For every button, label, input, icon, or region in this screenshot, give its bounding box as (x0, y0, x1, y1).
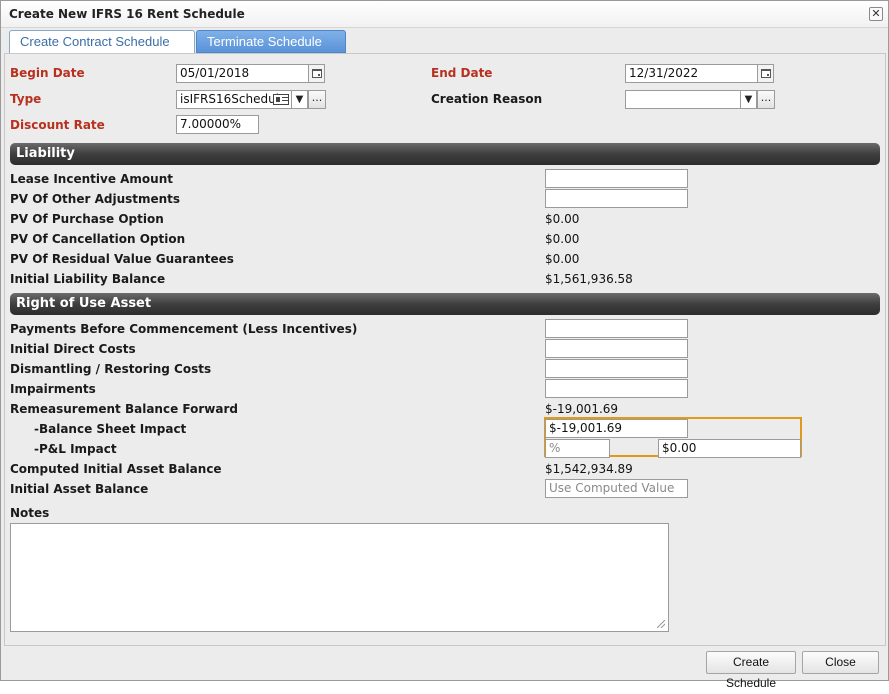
lease-incentive-label: Lease Incentive Amount (10, 172, 173, 186)
remeasurement-balance-forward-label: Remeasurement Balance Forward (10, 402, 238, 416)
dialog-title: Create New IFRS 16 Rent Schedule (9, 7, 245, 21)
pv-other-adjustments-input[interactable] (545, 189, 688, 208)
id-card-icon[interactable] (273, 94, 289, 105)
pl-impact-percent-input[interactable]: % (545, 439, 610, 458)
type-dropdown-button[interactable]: ▼ (292, 90, 308, 109)
initial-asset-balance-input[interactable]: Use Computed Value (545, 479, 688, 498)
creation-reason-select[interactable] (625, 90, 741, 109)
type-label: Type (10, 92, 42, 106)
creation-reason-label: Creation Reason (431, 92, 543, 106)
balance-sheet-impact-label: -Balance Sheet Impact (34, 422, 187, 436)
begin-date-label: Begin Date (10, 66, 85, 80)
pv-residual-value-value: $0.00 (545, 252, 580, 266)
chevron-down-icon: ▼ (295, 94, 304, 105)
initial-asset-balance-label: Initial Asset Balance (10, 482, 149, 496)
discount-rate-label: Discount Rate (10, 118, 105, 132)
rou-section-header: Right of Use Asset (10, 293, 880, 315)
payments-before-commencement-label: Payments Before Commencement (Less Incen… (10, 322, 358, 336)
impairments-input[interactable] (545, 379, 688, 398)
tab-terminate-schedule[interactable]: Terminate Schedule (196, 30, 346, 53)
discount-rate-input[interactable]: 7.00000% (176, 115, 259, 134)
ellipsis-icon: ... (760, 91, 772, 104)
close-icon[interactable]: ✕ (869, 7, 883, 21)
end-date-label: End Date (431, 66, 493, 80)
pv-residual-value-label: PV Of Residual Value Guarantees (10, 252, 234, 266)
type-lookup-button[interactable]: ... (308, 90, 326, 109)
lease-incentive-input[interactable] (545, 169, 688, 188)
calendar-icon (312, 69, 322, 78)
balance-sheet-impact-input[interactable]: $-19,001.69 (545, 419, 688, 438)
create-schedule-button[interactable]: Create Schedule (706, 651, 796, 690)
creation-reason-dropdown-button[interactable]: ▼ (741, 90, 757, 109)
pl-impact-label: -P&L Impact (34, 442, 117, 456)
ellipsis-icon: ... (311, 91, 323, 104)
liability-section-header: Liability (10, 143, 880, 165)
dismantling-restoring-costs-input[interactable] (545, 359, 688, 378)
initial-liability-balance-label: Initial Liability Balance (10, 272, 166, 286)
calendar-icon (761, 69, 771, 78)
initial-direct-costs-label: Initial Direct Costs (10, 342, 136, 356)
end-date-calendar-button[interactable] (758, 64, 774, 83)
pv-other-adjustments-label: PV Of Other Adjustments (10, 192, 181, 206)
chevron-down-icon: ▼ (744, 94, 753, 105)
begin-date-input[interactable]: 05/01/2018 (176, 64, 309, 83)
title-bar: Create New IFRS 16 Rent Schedule ✕ (1, 1, 888, 28)
payments-before-commencement-input[interactable] (545, 319, 688, 338)
pv-purchase-option-label: PV Of Purchase Option (10, 212, 164, 226)
dismantling-restoring-costs-label: Dismantling / Restoring Costs (10, 362, 212, 376)
dialog-window: Create New IFRS 16 Rent Schedule ✕ Creat… (0, 0, 889, 690)
tab-create-contract-schedule[interactable]: Create Contract Schedule (9, 30, 195, 54)
creation-reason-lookup-button[interactable]: ... (757, 90, 775, 109)
end-date-input[interactable]: 12/31/2022 (625, 64, 758, 83)
remeasurement-balance-forward-value: $-19,001.69 (545, 402, 619, 416)
computed-initial-asset-balance-value: $1,542,934.89 (545, 462, 633, 476)
pl-impact-amount-input[interactable]: $0.00 (658, 439, 801, 458)
initial-liability-balance-value: $1,561,936.58 (545, 272, 633, 286)
resize-grip-icon[interactable] (657, 620, 665, 628)
pv-cancellation-option-value: $0.00 (545, 232, 580, 246)
impairments-label: Impairments (10, 382, 96, 396)
initial-direct-costs-input[interactable] (545, 339, 688, 358)
notes-label: Notes (10, 506, 50, 520)
begin-date-calendar-button[interactable] (309, 64, 325, 83)
pv-purchase-option-value: $0.00 (545, 212, 580, 226)
computed-initial-asset-balance-label: Computed Initial Asset Balance (10, 462, 222, 476)
pv-cancellation-option-label: PV Of Cancellation Option (10, 232, 186, 246)
notes-textarea[interactable] (10, 523, 669, 632)
close-button[interactable]: Close (802, 651, 879, 674)
